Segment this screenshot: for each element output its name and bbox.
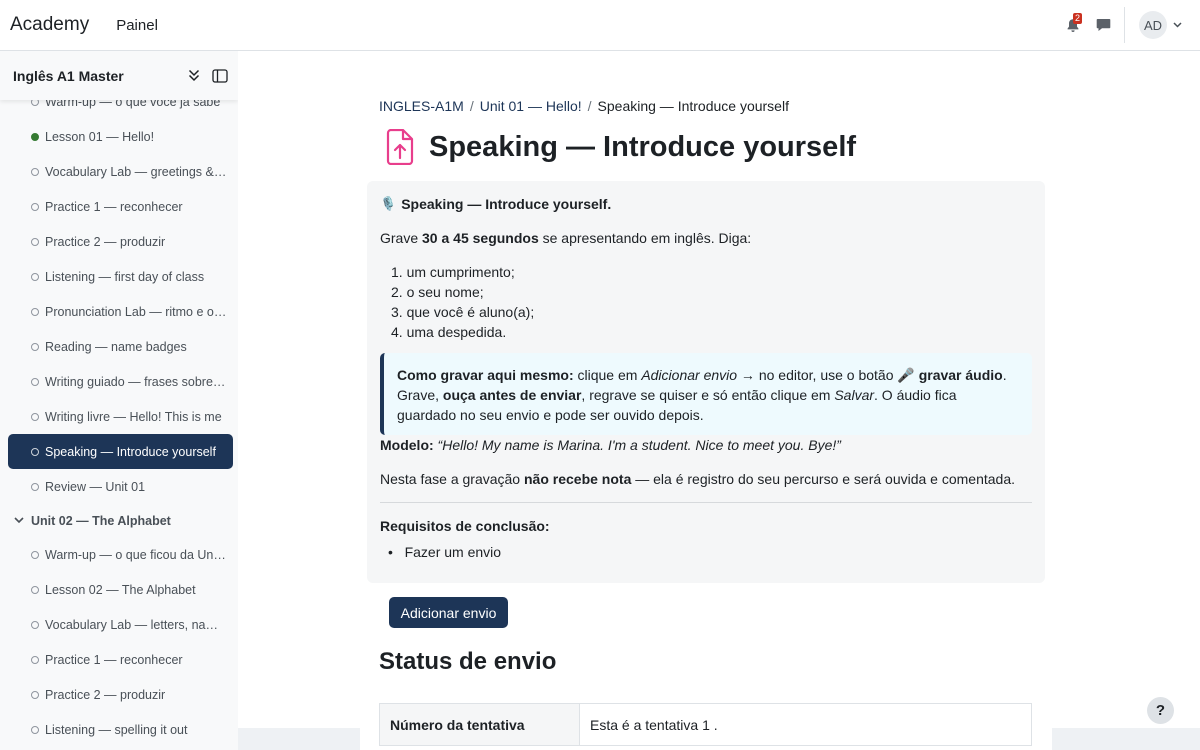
breadcrumb-separator: / — [587, 98, 592, 114]
model-answer: Modelo: “Hello! My name is Marina. I'm a… — [380, 437, 841, 453]
course-index-drawer: Inglês A1 Master Warm-up — o que você já… — [0, 51, 238, 750]
course-index-item[interactable]: Writing guiado — frases sobre você — [0, 364, 238, 399]
completion-dot-icon — [31, 447, 39, 456]
upload-file-icon — [386, 129, 414, 165]
drawer-tools — [176, 68, 228, 83]
nav-link-dashboard[interactable]: Painel — [116, 17, 158, 34]
activity-steps-list: 1. um cumprimento; 2. o seu nome; 3. que… — [391, 262, 534, 342]
completion-dot-icon — [31, 620, 39, 629]
course-index-item[interactable]: Vocabulary Lab — letters, names & spelli… — [0, 607, 238, 642]
section-title: Unit 02 — The Alphabet — [31, 513, 171, 528]
list-item: 2. o seu nome; — [391, 284, 484, 300]
course-index-item[interactable]: Vocabulary Lab — greetings & intros — [0, 154, 238, 189]
course-index-item[interactable]: Listening — spelling it out — [0, 712, 238, 747]
completion-dot-icon — [31, 307, 39, 316]
course-index-item[interactable]: Practice 2 — produzir — [0, 224, 238, 259]
drawer-header: Inglês A1 Master — [0, 51, 238, 100]
course-section-unit-02[interactable]: Unit 02 — The Alphabet — [0, 504, 238, 537]
completion-dot-icon — [31, 550, 39, 559]
messages-button[interactable] — [1088, 10, 1118, 40]
divider — [380, 502, 1032, 503]
breadcrumb-course-link[interactable]: INGLES-A1M — [379, 98, 464, 114]
breadcrumb-separator: / — [469, 98, 474, 114]
course-index-item[interactable]: Reading — name badges — [0, 329, 238, 364]
chevron-down-icon — [14, 517, 24, 524]
course-index: Warm-up — o que você já sabe Lesson 01 —… — [0, 84, 238, 747]
list-item: 3. que você é aluno(a); — [391, 304, 535, 320]
list-item: 4. uma despedida. — [391, 324, 507, 340]
completion-dot-icon — [31, 690, 39, 699]
completion-dot-icon — [31, 237, 39, 246]
site-brand[interactable]: Academy — [10, 14, 89, 36]
course-index-item[interactable]: Warm-up — o que ficou da Unit 01 — [0, 537, 238, 572]
course-index-item[interactable]: Review — Unit 01 — [0, 469, 238, 504]
completion-requirements-title: Requisitos de conclusão: — [380, 518, 550, 534]
navbar-divider — [1124, 7, 1125, 43]
course-index-item[interactable]: Pronunciation Lab — ritmo e ortografia — [0, 294, 238, 329]
double-chevron-down-icon — [188, 69, 200, 82]
completion-dot-icon — [31, 377, 39, 386]
top-navbar: Academy Painel 2 AD — [0, 0, 1200, 51]
course-index-item[interactable]: Practice 2 — produzir — [0, 677, 238, 712]
breadcrumb: INGLES-A1M / Unit 01 — Hello! / Speaking — I… — [379, 98, 789, 114]
table-row: Número da tentativa Esta é a tentativa 1… — [379, 703, 1032, 746]
close-drawer-button[interactable] — [212, 68, 228, 83]
completion-dot-icon — [31, 655, 39, 664]
avatar[interactable]: AD — [1139, 11, 1167, 39]
course-index-item[interactable]: Lesson 01 — Hello! — [0, 119, 238, 154]
notifications-button[interactable]: 2 — [1058, 10, 1088, 40]
sidebar-toggle-icon — [212, 68, 228, 83]
course-title[interactable]: Inglês A1 Master — [13, 68, 176, 84]
submission-status-panel: Número da tentativa Esta é a tentativa 1… — [360, 693, 1052, 750]
course-index-item[interactable]: Practice 1 — reconhecer — [0, 642, 238, 677]
course-index-item[interactable]: Writing livre — Hello! This is me — [0, 399, 238, 434]
completion-dot-icon — [31, 725, 39, 734]
completion-dot-icon — [31, 202, 39, 211]
page-header: Speaking — Introduce yourself — [385, 129, 856, 165]
completion-dot-done-icon — [31, 132, 39, 141]
grading-note: Nesta fase a gravação não recebe nota — … — [380, 471, 1016, 487]
navbar-right: 2 AD — [1058, 0, 1200, 50]
completion-dot-icon — [31, 342, 39, 351]
completion-dot-icon — [31, 482, 39, 491]
activity-heading: 🎙️ Speaking — Introduce yourself. — [380, 196, 612, 212]
collapse-all-button[interactable] — [188, 69, 200, 82]
page-title: Speaking — Introduce yourself — [429, 130, 857, 163]
help-button[interactable]: ? — [1147, 697, 1174, 724]
activity-intro: Grave 30 a 45 segundos se apresentando e… — [380, 230, 752, 246]
course-index-item[interactable]: Practice 1 — reconhecer — [0, 189, 238, 224]
completion-dot-icon — [31, 585, 39, 594]
submission-status-table: Número da tentativa Esta é a tentativa 1… — [379, 703, 1032, 746]
completion-dot-icon — [31, 272, 39, 281]
notification-count-badge: 2 — [1072, 13, 1082, 24]
message-icon — [1096, 19, 1110, 31]
microphone-icon: 🎙️ — [380, 196, 397, 211]
user-menu[interactable]: AD — [1139, 11, 1182, 39]
breadcrumb-unit-link[interactable]: Unit 01 — Hello! — [480, 98, 582, 114]
activity-description: 🎙️ Speaking — Introduce yourself. Grave 3… — [367, 181, 1045, 583]
course-index-item[interactable]: Lesson 02 — The Alphabet — [0, 572, 238, 607]
breadcrumb-current: Speaking — Introduce yourself — [597, 98, 789, 114]
table-header-cell: Número da tentativa — [379, 703, 580, 746]
add-submission-button[interactable]: Adicionar envio — [389, 597, 508, 628]
course-index-item[interactable]: Listening — first day of class — [0, 259, 238, 294]
requirement-item: • Fazer um envio — [388, 544, 502, 560]
list-item: 1. um cumprimento; — [391, 264, 515, 280]
chevron-down-icon — [1173, 22, 1182, 28]
submission-status-heading: Status de envio — [379, 648, 557, 675]
how-to-record-callout: Como gravar aqui mesmo: clique em Adicio… — [380, 353, 1032, 435]
completion-dot-icon — [31, 167, 39, 176]
course-index-item-active[interactable]: Speaking — Introduce yourself — [8, 434, 233, 469]
completion-dot-icon — [31, 412, 39, 421]
table-cell: Esta é a tentativa 1 . — [579, 703, 1032, 746]
